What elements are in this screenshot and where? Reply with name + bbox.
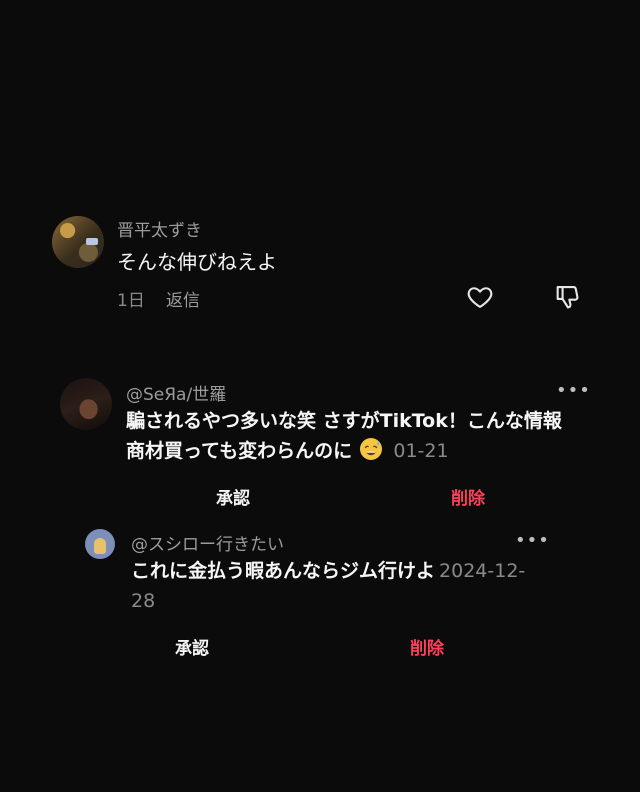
comment-body: これに金払う暇あんならジム行けよ [131, 560, 436, 582]
comment-username[interactable]: @スシロー行きたい [131, 530, 284, 555]
avatar[interactable] [60, 378, 112, 430]
avatar[interactable] [85, 529, 115, 559]
avatar[interactable] [52, 216, 104, 268]
heart-outline-icon[interactable] [466, 283, 494, 311]
more-options-icon[interactable]: ••• [556, 380, 591, 401]
comment-body: 騙されるやつ多いな笑 さすがTikTok！こんな情報商材買っても変わらんのに [126, 410, 562, 462]
comment-text: 騙されるやつ多いな笑 さすがTikTok！こんな情報商材買っても変わらんのに 0… [126, 406, 576, 466]
delete-button[interactable]: 削除 [410, 634, 444, 659]
thumbs-down-outline-icon[interactable] [553, 283, 581, 311]
comment-timestamp: 1日 [117, 291, 145, 311]
approve-button[interactable]: 承認 [175, 634, 209, 659]
more-options-icon[interactable]: ••• [515, 530, 550, 551]
approve-button[interactable]: 承認 [216, 484, 250, 509]
comment-text: これに金払う暇あんならジム行けよ 2024-12-28 [131, 556, 531, 616]
comment-username[interactable]: 晋平太ずき [117, 216, 202, 241]
comment-username[interactable]: @SeЯa/世羅 [126, 380, 226, 405]
reply-button[interactable]: 返信 [166, 286, 200, 311]
delete-button[interactable]: 削除 [451, 484, 485, 509]
comment-date: 01-21 [393, 440, 449, 462]
sweat-smile-emoji [359, 438, 382, 460]
comment-text: そんな伸びねえよ [117, 250, 277, 274]
